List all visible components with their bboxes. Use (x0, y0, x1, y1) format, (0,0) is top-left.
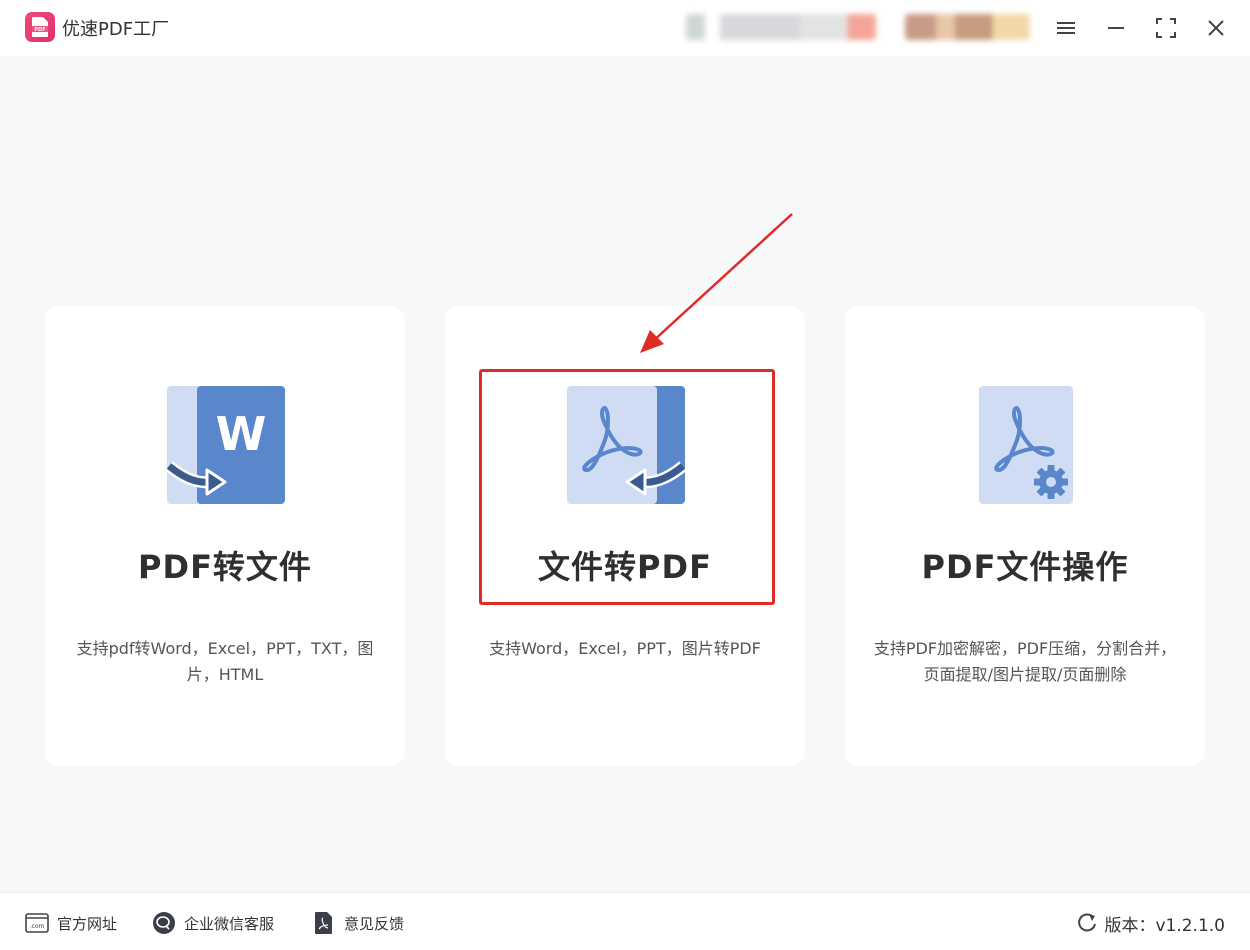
minimize-icon (1108, 27, 1124, 29)
feedback-icon (312, 911, 336, 935)
logo-text: PDF (34, 27, 45, 33)
user-avatar-info[interactable] (905, 14, 1030, 40)
user-account-info[interactable] (686, 14, 876, 40)
feedback-link[interactable]: 意见反馈 (312, 911, 404, 935)
file-to-pdf-icon (565, 384, 687, 506)
file-to-pdf-card[interactable]: 文件转PDF 支持Word，Excel，PPT，图片转PDF (445, 306, 805, 766)
website-icon-text: .com (30, 923, 45, 930)
card-title: 文件转PDF (538, 548, 712, 586)
wechat-service-link[interactable]: 企业微信客服 (152, 911, 274, 935)
card-title: PDF转文件 (138, 548, 312, 586)
gear-icon (1034, 465, 1068, 499)
pdf-operations-card[interactable]: PDF文件操作 支持PDF加密解密，PDF压缩，分割合并，页面提取/图片提取/页… (845, 306, 1205, 766)
version-info: 版本：v1.2.1.0 (1076, 911, 1225, 936)
close-icon (1208, 20, 1224, 36)
pdf-document-icon: PDF (32, 17, 48, 37)
maximize-button[interactable] (1151, 13, 1181, 43)
official-website-link[interactable]: .com 官方网址 (25, 911, 117, 935)
wechat-service-icon (152, 911, 176, 935)
app-logo-icon: PDF (25, 12, 55, 42)
hamburger-menu-icon (1057, 22, 1075, 34)
version-text: 版本：v1.2.1.0 (1104, 915, 1225, 936)
footer-link-label: 意见反馈 (344, 914, 405, 933)
maximize-icon (1156, 18, 1176, 38)
card-title: PDF文件操作 (921, 548, 1129, 586)
refresh-icon[interactable] (1076, 912, 1098, 934)
word-letter: W (216, 407, 267, 461)
card-description: 支持pdf转Word，Excel，PPT，TXT，图片，HTML (76, 639, 374, 684)
pdf-operations-icon (965, 384, 1087, 506)
pdf-to-file-card[interactable]: W PDF转文件 支持pdf转Word，Excel，PPT，TXT，图片，HTM… (45, 306, 405, 766)
footer-link-label: 官方网址 (57, 914, 118, 933)
close-button[interactable] (1201, 13, 1231, 43)
website-icon: .com (25, 911, 49, 935)
card-description: 支持Word，Excel，PPT，图片转PDF (489, 639, 761, 658)
app-title: 优速PDF工厂 (62, 19, 170, 40)
minimize-button[interactable] (1101, 13, 1131, 43)
card-description: 支持PDF加密解密，PDF压缩，分割合并，页面提取/图片提取/页面删除 (873, 639, 1177, 684)
footer-bar: .com 官方网址 企业微信客服 意见反馈 版本：v1.2.1.0 (0, 892, 1250, 950)
footer-link-label: 企业微信客服 (184, 914, 275, 933)
menu-button[interactable] (1051, 13, 1081, 43)
title-bar: PDF 优速PDF工厂 (0, 0, 1250, 56)
app-window: PDF 优速PDF工厂 W PDF转文件 支持pdf转Word，Excel，PP… (0, 0, 1250, 950)
pdf-to-word-icon: W (165, 384, 287, 506)
